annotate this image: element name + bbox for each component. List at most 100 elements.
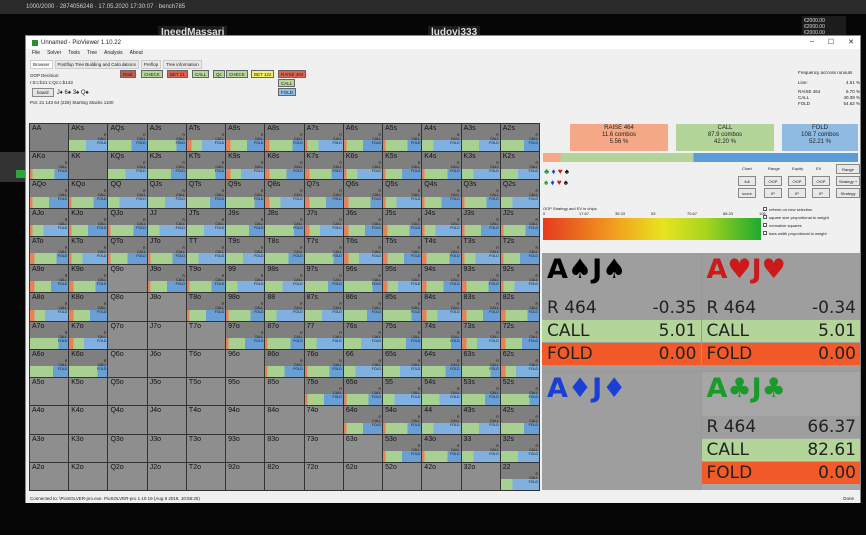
hand-cell[interactable]: 52s R CALL FOLD: [500, 378, 539, 406]
action-node[interactable]: CALL: [192, 70, 210, 78]
hand-cell[interactable]: 93o: [226, 434, 265, 462]
hand-cell[interactable]: T6o: [186, 349, 226, 378]
hand-cell[interactable]: TT R CALL FOLD: [186, 236, 226, 265]
hand-cell[interactable]: 82o: [265, 462, 304, 490]
hand-cell[interactable]: T9s R CALL FOLD: [226, 236, 265, 265]
hand-cell[interactable]: A9s R CALL FOLD: [226, 124, 265, 152]
hand-cell[interactable]: 73o: [304, 434, 343, 462]
hand-cell[interactable]: J8o: [147, 293, 186, 321]
hand-cell[interactable]: K6s R CALL FOLD: [343, 152, 383, 180]
hand-cell[interactable]: 42s R CALL FOLD: [500, 406, 539, 434]
hand-cell[interactable]: T8s R CALL FOLD: [265, 236, 304, 265]
close-icon[interactable]: ✕: [848, 38, 854, 46]
hand-cell[interactable]: J2s R CALL FOLD: [500, 208, 539, 236]
hand-cell[interactable]: Q5s R CALL FOLD: [383, 180, 422, 208]
tab-postflop-tree[interactable]: Postflop Tree Building and Calculations: [54, 60, 139, 69]
hand-cell[interactable]: T3o: [186, 434, 226, 462]
ev-ip-button[interactable]: IP: [812, 188, 830, 198]
hand-cell[interactable]: 94o: [226, 406, 265, 434]
hand-cell[interactable]: J4s R CALL FOLD: [422, 208, 461, 236]
range-explorer-button[interactable]: Range Explorer: [836, 164, 860, 181]
hand-cell[interactable]: AQo R CALL FOLD: [30, 180, 69, 208]
hand-cell[interactable]: 96s R CALL FOLD: [343, 265, 383, 293]
hand-cell[interactable]: K2s R CALL FOLD: [500, 152, 539, 180]
hand-cell[interactable]: A5s R CALL FOLD: [383, 124, 422, 152]
hand-cell[interactable]: 43s R CALL FOLD: [461, 406, 500, 434]
hand-cell[interactable]: K8o R CALL FOLD: [69, 293, 108, 321]
hand-cell[interactable]: Q9o: [108, 265, 147, 293]
hand-cell[interactable]: QQ R CALL FOLD: [108, 180, 147, 208]
heart-icon[interactable]: ♥: [558, 167, 563, 176]
hand-cell[interactable]: J7o: [147, 321, 186, 349]
hand-cell[interactable]: T2s R CALL FOLD: [500, 236, 539, 265]
hand-cell[interactable]: 92o: [226, 462, 265, 490]
hand-cell[interactable]: K4o: [69, 406, 108, 434]
hand-cell[interactable]: ATs R CALL FOLD: [186, 124, 226, 152]
hand-cell[interactable]: 93s R CALL FOLD: [461, 265, 500, 293]
hand-cell[interactable]: K2o: [69, 462, 108, 490]
equity-ip-button[interactable]: IP: [788, 188, 806, 198]
hand-cell[interactable]: 72s R CALL FOLD: [500, 321, 539, 349]
hand-cell[interactable]: 75o R CALL FOLD: [304, 378, 343, 406]
action-node[interactable]: Root: [120, 70, 136, 78]
menu-analysis[interactable]: Analysis: [104, 50, 123, 59]
checkbox[interactable]: [763, 223, 767, 227]
hand-cell[interactable]: JJ R CALL FOLD: [147, 208, 186, 236]
hand-cell[interactable]: 86s R CALL FOLD: [343, 293, 383, 321]
hand-cell[interactable]: J6s R CALL FOLD: [343, 208, 383, 236]
hand-cell[interactable]: 84s R CALL FOLD: [422, 293, 461, 321]
hand-cell[interactable]: 88 R CALL FOLD: [265, 293, 304, 321]
hand-cell[interactable]: Q2o: [108, 462, 147, 490]
hand-cell[interactable]: K4s R CALL FOLD: [422, 152, 461, 180]
hand-cell[interactable]: QJs R CALL FOLD: [147, 180, 186, 208]
hand-cell[interactable]: 98s R CALL FOLD: [265, 265, 304, 293]
hand-cell[interactable]: KQs R CALL FOLD: [108, 152, 147, 180]
hand-cell[interactable]: QTo R CALL FOLD: [108, 236, 147, 265]
hand-cell[interactable]: 97s R CALL FOLD: [304, 265, 343, 293]
hand-cell[interactable]: T7o: [186, 321, 226, 349]
hand-cell[interactable]: Q7s R CALL FOLD: [304, 180, 343, 208]
hand-cell[interactable]: 42o: [422, 462, 461, 490]
hand-cell[interactable]: J8s R CALL FOLD: [265, 208, 304, 236]
heart-icon[interactable]: ♥: [557, 178, 562, 187]
checkbox[interactable]: [763, 215, 767, 219]
diamond-icon[interactable]: ♦: [551, 167, 555, 176]
hand-cell[interactable]: JTs R CALL FOLD: [186, 208, 226, 236]
action-node[interactable]: CHECK: [226, 70, 248, 78]
hand-cell[interactable]: QJo R CALL FOLD: [108, 208, 147, 236]
hand-cell[interactable]: T2o: [186, 462, 226, 490]
hand-cell[interactable]: K9s R CALL FOLD: [226, 152, 265, 180]
hand-cell[interactable]: KK: [69, 152, 108, 180]
hand-cell[interactable]: 53s R CALL FOLD: [461, 378, 500, 406]
hand-cell[interactable]: Q7o: [108, 321, 147, 349]
hand-cell[interactable]: 64o R CALL FOLD: [343, 406, 383, 434]
hand-cell[interactable]: J4o: [147, 406, 186, 434]
hand-cell[interactable]: 63s R CALL FOLD: [461, 349, 500, 378]
hand-cell[interactable]: JTo R CALL FOLD: [147, 236, 186, 265]
hand-cell[interactable]: T7s R CALL FOLD: [304, 236, 343, 265]
hand-cell[interactable]: Q4s R CALL FOLD: [422, 180, 461, 208]
hand-cell[interactable]: 97o R CALL FOLD: [226, 321, 265, 349]
hand-cell[interactable]: 96o: [226, 349, 265, 378]
hand-cell[interactable]: 82s R CALL FOLD: [500, 293, 539, 321]
hand-cell[interactable]: Q5o: [108, 378, 147, 406]
hand-cell[interactable]: 62o: [343, 462, 383, 490]
hand-cell[interactable]: Q3s R CALL FOLD: [461, 180, 500, 208]
menu-file[interactable]: File: [32, 50, 40, 59]
hand-cell[interactable]: AKs R CALL FOLD: [69, 124, 108, 152]
hand-cell[interactable]: 95s R CALL FOLD: [383, 265, 422, 293]
strategy-button[interactable]: Strategy: [836, 188, 860, 198]
hand-cell[interactable]: A2o: [30, 462, 69, 490]
hand-cell[interactable]: 83s R CALL FOLD: [461, 293, 500, 321]
hand-cell[interactable]: 44 R CALL FOLD: [422, 406, 461, 434]
hand-cell[interactable]: 85s R CALL FOLD: [383, 293, 422, 321]
hand-cell[interactable]: 66 R CALL FOLD: [343, 349, 383, 378]
action-node[interactable]: CHECK: [141, 70, 163, 78]
hand-cell[interactable]: K8s R CALL FOLD: [265, 152, 304, 180]
hand-cell[interactable]: K3s R CALL FOLD: [461, 152, 500, 180]
hand-cell[interactable]: A7o R CALL FOLD: [30, 321, 69, 349]
hand-cell[interactable]: A2s R CALL FOLD: [500, 124, 539, 152]
hand-cell[interactable]: 62s R CALL FOLD: [500, 349, 539, 378]
hand-cell[interactable]: 87s R CALL FOLD: [304, 293, 343, 321]
tab-browser[interactable]: Browser: [30, 60, 53, 69]
